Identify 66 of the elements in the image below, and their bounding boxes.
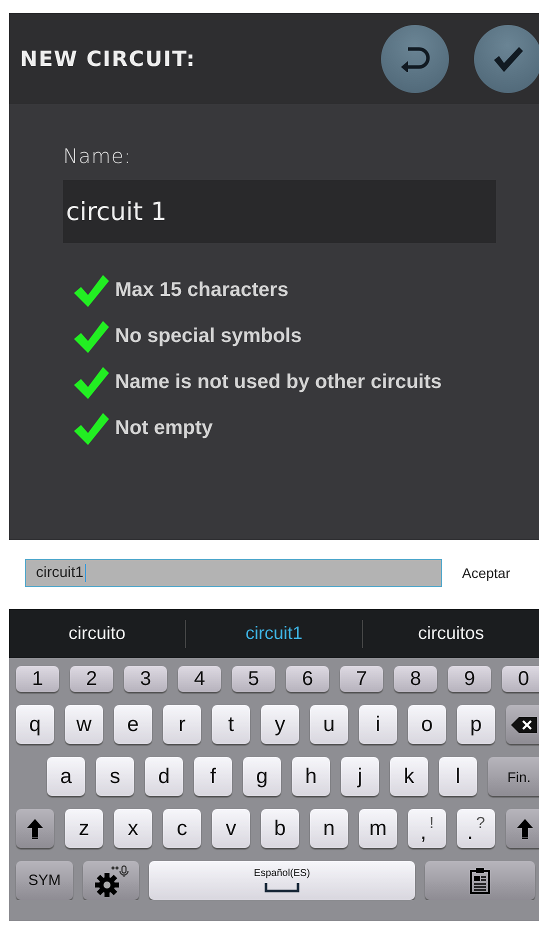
letter-key[interactable]: y [261,705,299,744]
done-key[interactable]: Fin. [488,757,539,796]
letter-key[interactable]: k [390,757,428,796]
letter-key[interactable]: c [163,809,201,848]
number-key[interactable]: 0 [502,666,539,692]
letter-key[interactable]: s [96,757,134,796]
suggestion-item[interactable]: circuit1 [186,616,362,652]
shift-key[interactable] [506,809,539,848]
letter-key[interactable]: b [261,809,299,848]
number-key[interactable]: 3 [124,666,167,692]
shift-key[interactable] [16,809,54,848]
punctuation-key[interactable]: .? [457,809,495,848]
rule-text: Not empty [115,417,213,440]
backspace-key[interactable] [506,705,539,744]
punctuation-key[interactable]: ,! [408,809,446,848]
number-key[interactable]: 6 [286,666,329,692]
clipboard-key[interactable] [425,861,535,900]
letter-key[interactable]: u [310,705,348,744]
suggestion-item[interactable]: circuitos [363,616,539,652]
symbols-key[interactable]: SYM [16,861,73,900]
gear-microphone-icon [93,864,129,896]
letter-key[interactable]: z [65,809,103,848]
text-input-field[interactable]: circuit1 [25,558,442,586]
up-arrow-icon [517,818,533,838]
accept-button[interactable]: Aceptar [460,562,512,582]
checkmark-icon [492,44,524,72]
suggestion-item[interactable]: circuito [9,616,185,652]
return-arrow-icon [400,46,430,72]
letter-key[interactable]: q [16,705,54,744]
letter-key[interactable]: g [243,757,281,796]
letter-key[interactable]: m [359,809,397,848]
letter-key[interactable]: h [292,757,330,796]
letter-key[interactable]: l [439,757,477,796]
number-key[interactable]: 8 [394,666,437,692]
number-key[interactable]: 2 [70,666,113,692]
letter-key[interactable]: w [65,705,103,744]
letter-key[interactable]: j [341,757,379,796]
screen-title: NEW CIRCUIT: [20,46,196,70]
number-key[interactable]: 1 [16,666,59,692]
number-key[interactable]: 4 [178,666,221,692]
backspace-icon [511,716,537,732]
name-field[interactable]: circuit 1 [63,180,496,243]
letter-key[interactable]: f [194,757,232,796]
letter-key[interactable]: e [114,705,152,744]
up-arrow-icon [27,818,43,838]
name-label: Name: [63,144,132,168]
rule-text: Max 15 characters [115,279,288,302]
clipboard-icon [470,868,490,894]
letter-key[interactable]: d [145,757,183,796]
settings-key[interactable] [83,861,139,900]
letter-key[interactable]: o [408,705,446,744]
space-bar-icon [264,883,300,893]
number-key[interactable]: 9 [448,666,491,692]
letter-key[interactable]: p [457,705,495,744]
letter-key[interactable]: t [212,705,250,744]
space-key[interactable]: Español(ES) [149,861,415,900]
rule-text: No special symbols [115,325,302,348]
number-key[interactable]: 5 [232,666,275,692]
number-key[interactable]: 7 [340,666,383,692]
letter-key[interactable]: v [212,809,250,848]
letter-key[interactable]: i [359,705,397,744]
letter-key[interactable]: x [114,809,152,848]
letter-key[interactable]: r [163,705,201,744]
letter-key[interactable]: a [47,757,85,796]
letter-key[interactable]: n [310,809,348,848]
rule-text: Name is not used by other circuits [115,371,442,394]
